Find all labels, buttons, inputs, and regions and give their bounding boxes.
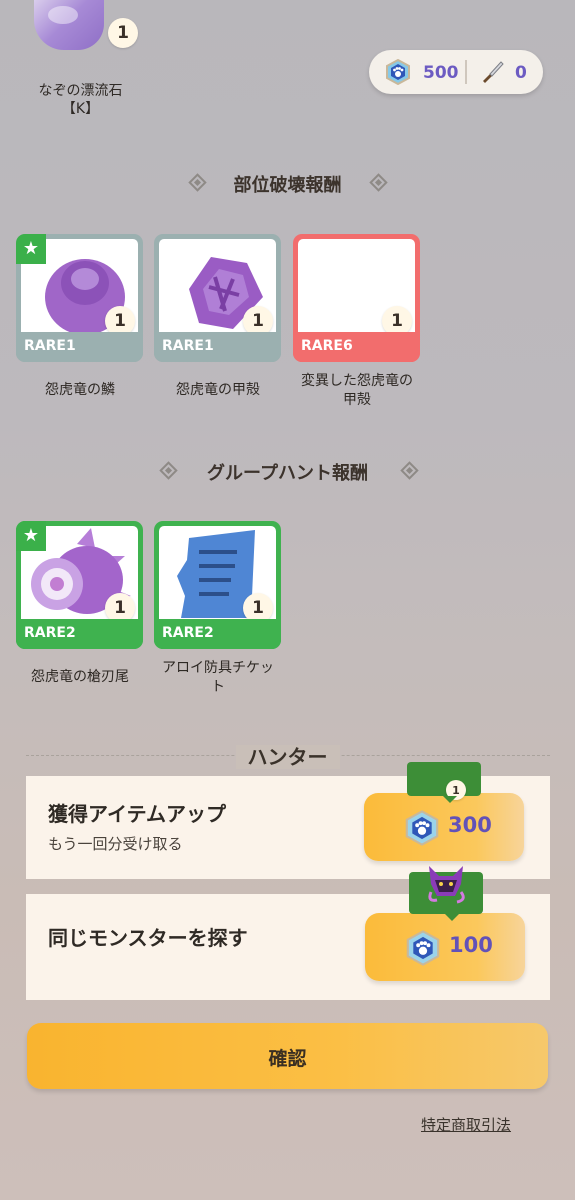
drift-stone-image — [34, 0, 104, 50]
same-monster-purchase-button[interactable]: 100 — [365, 913, 525, 981]
item-up-price: 300 — [448, 813, 492, 837]
item-name: 怨虎竜の甲殻 — [176, 382, 260, 398]
monster-icon — [428, 866, 465, 904]
gem-icon — [406, 930, 440, 966]
reward-card[interactable]: ★ 1 RARE2 — [16, 521, 143, 649]
item-up-subtitle: もう一回分受け取る — [48, 835, 183, 853]
item-up-title: 獲得アイテムアップ — [48, 802, 226, 826]
reward-card[interactable]: 1 RARE6 — [293, 234, 420, 362]
rarity-label: RARE1 — [24, 338, 76, 354]
reward-card[interactable]: 1 RARE1 — [154, 234, 281, 362]
hunter-title: ハンター — [0, 741, 575, 770]
rarity-bar: RARE2 — [154, 619, 281, 649]
group-hunt-title: グループハント報酬 — [207, 463, 368, 484]
item-name: 変異した怨虎竜の 甲殻 — [301, 373, 413, 408]
count-badge: 1 — [108, 18, 138, 48]
rarity-label: RARE1 — [162, 338, 214, 354]
same-monster-title: 同じモンスターを探す — [48, 926, 248, 950]
remaining-count-badge: 1 — [446, 780, 466, 800]
confirm-label: 確認 — [268, 1048, 307, 1070]
gem-icon — [386, 59, 410, 85]
rarity-bar: RARE2 — [16, 619, 143, 649]
currency-display: 500 0 — [369, 50, 543, 94]
star-icon: ★ — [16, 234, 46, 264]
item-name: 怨虎竜の槍刃尾 — [31, 669, 129, 685]
commercial-law-link[interactable]: 特定商取引法 — [421, 1114, 511, 1135]
part-break-title: 部位破壊報酬 — [233, 175, 342, 196]
confirm-button[interactable]: 確認 — [27, 1023, 548, 1089]
knife-count: 0 — [515, 63, 527, 83]
limit-tag: 1 — [407, 762, 481, 803]
reward-card[interactable]: ★ 1 RARE1 — [16, 234, 143, 362]
rarity-label: RARE2 — [162, 625, 214, 641]
item-up-purchase-button[interactable]: 300 — [364, 793, 524, 861]
rarity-bar: RARE1 — [16, 332, 143, 362]
knife-icon — [483, 61, 504, 83]
star-icon: ★ — [16, 521, 46, 551]
item-name: 怨虎竜の鱗 — [45, 382, 115, 398]
reward-card[interactable]: 1 RARE2 — [154, 521, 281, 649]
rarity-label: RARE6 — [301, 338, 353, 354]
rarity-bar: RARE6 — [293, 332, 420, 362]
hunter-title-text: ハンター — [235, 745, 340, 769]
rarity-bar: RARE1 — [154, 332, 281, 362]
divider — [465, 60, 467, 84]
item-name: アロイ防具チケッ ト — [162, 660, 274, 695]
gem-icon — [405, 810, 439, 846]
rarity-label: RARE2 — [24, 625, 76, 641]
same-monster-price: 100 — [449, 933, 493, 957]
top-item-name: なぞの漂流石 【K】 — [38, 83, 123, 117]
monster-tag — [409, 866, 483, 921]
gem-count: 500 — [423, 63, 459, 83]
